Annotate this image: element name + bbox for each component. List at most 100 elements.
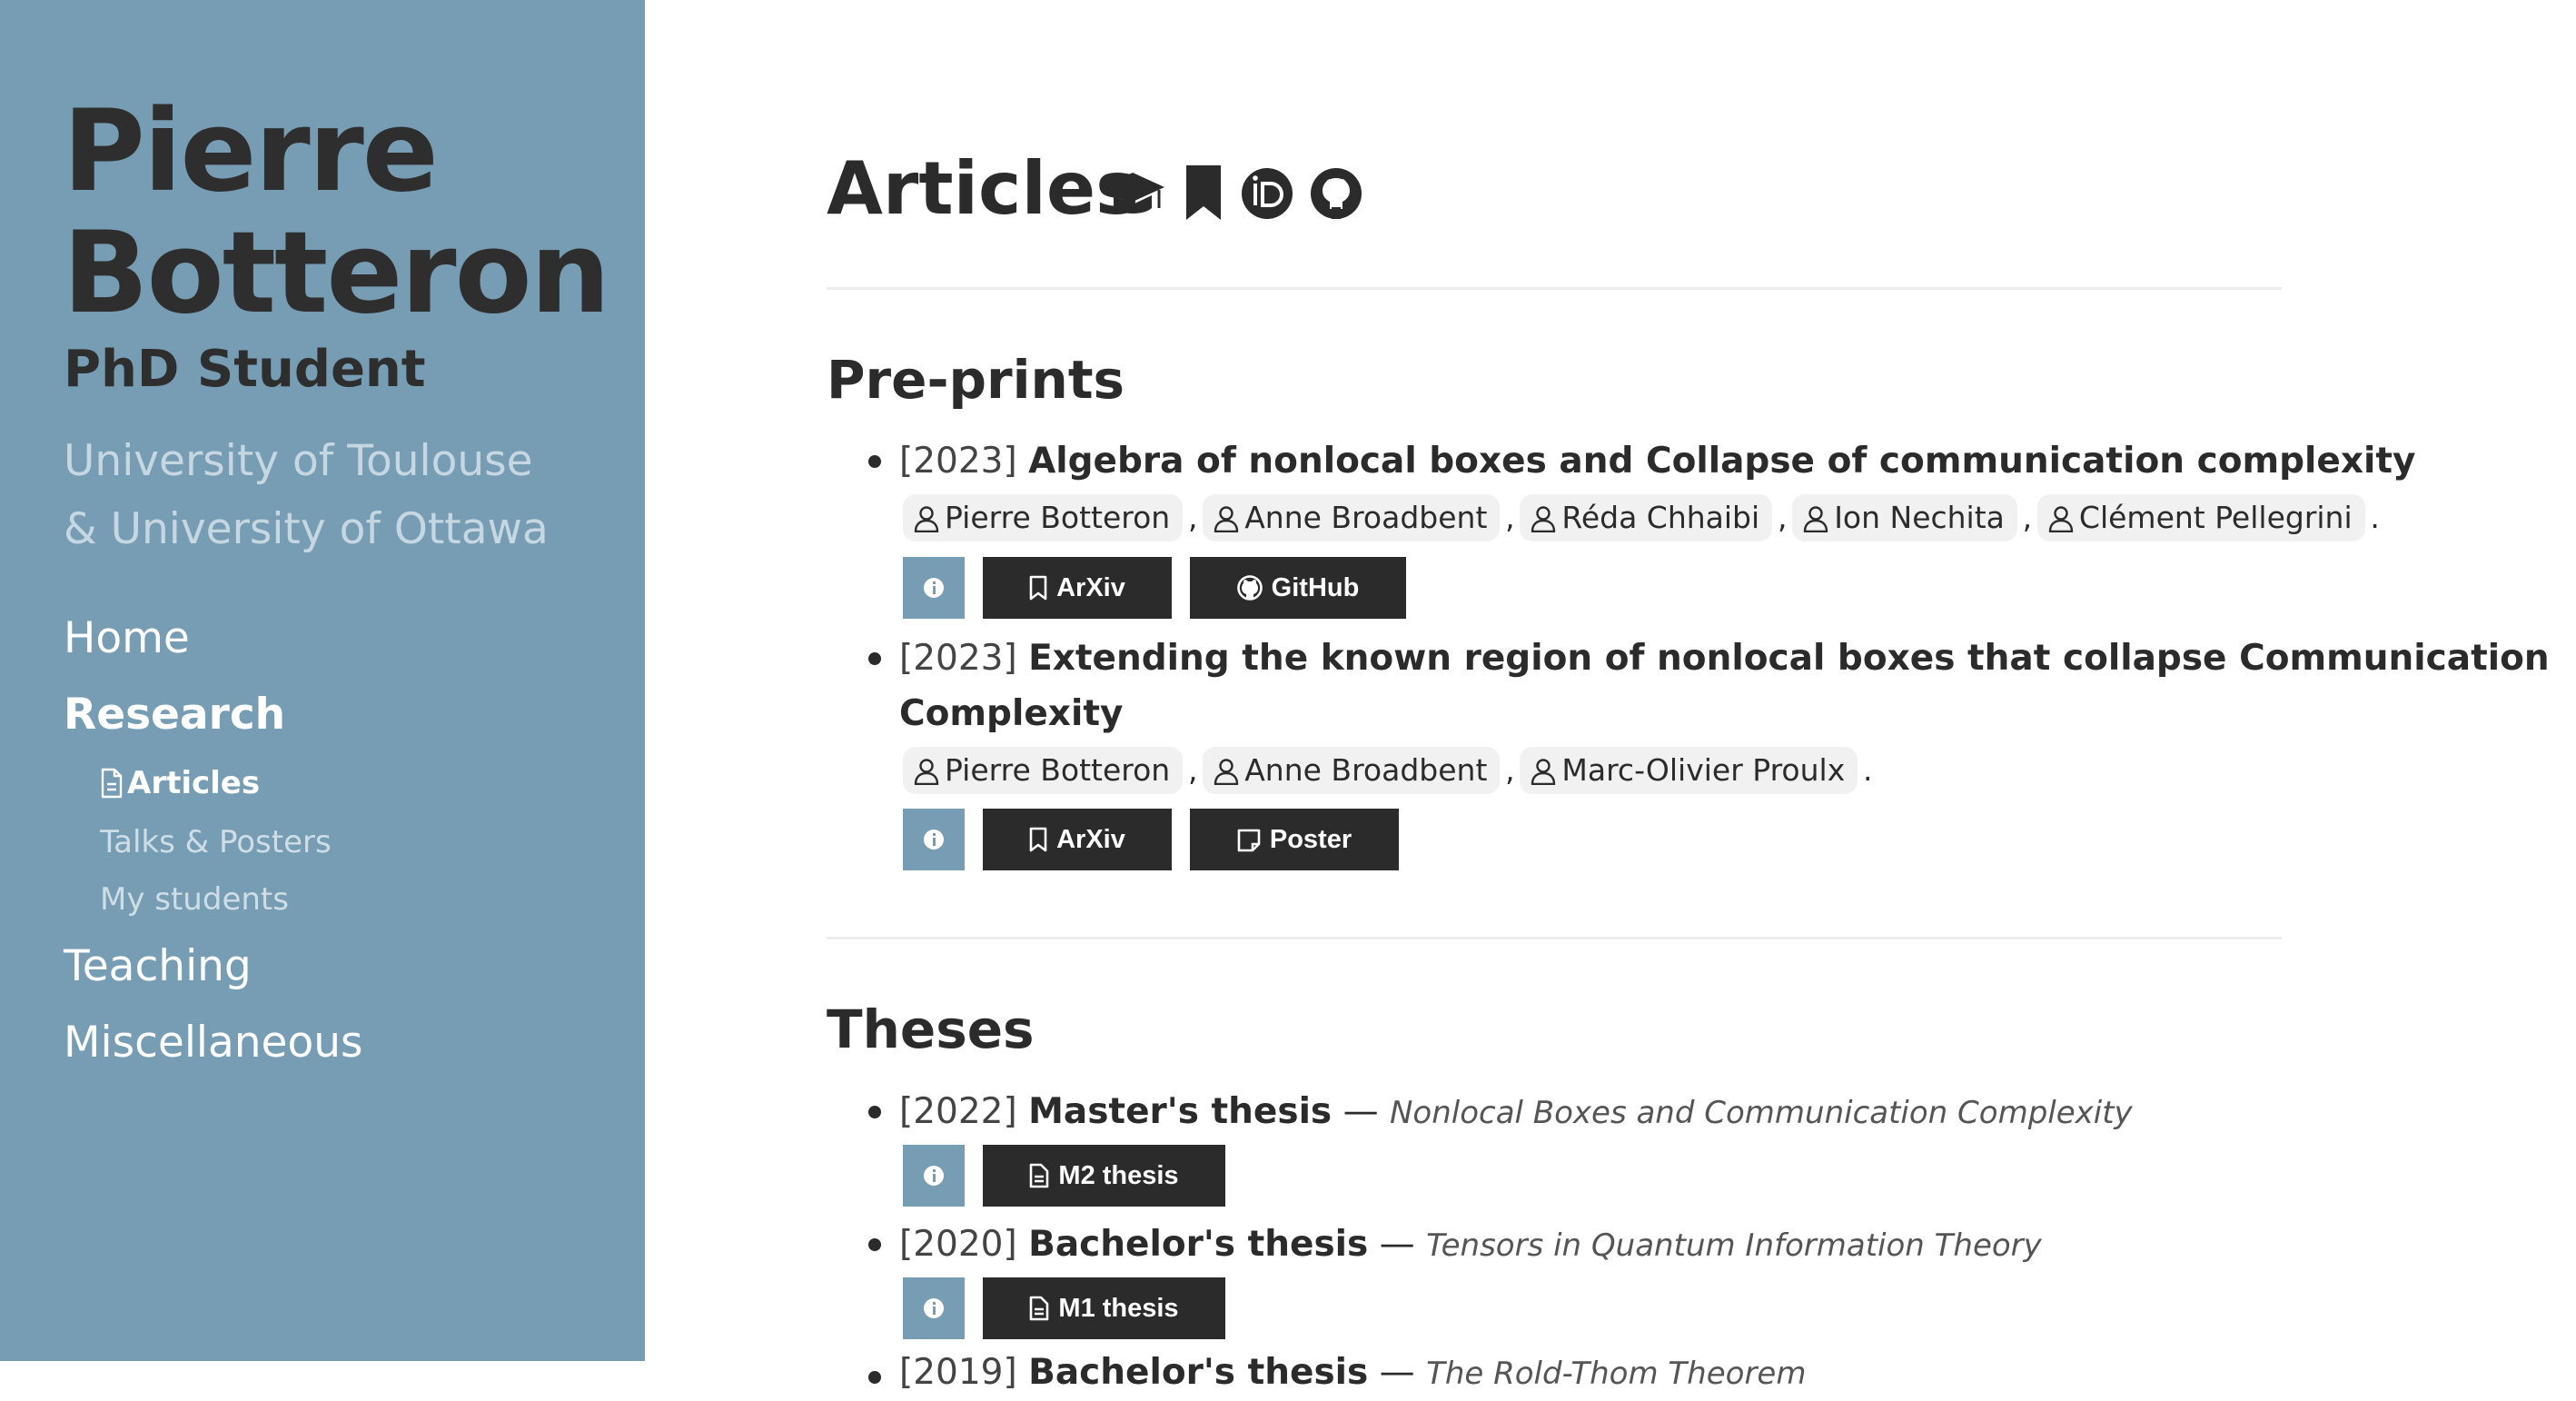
author-separator: , bbox=[1187, 752, 1198, 788]
affiliation-2: & University of Ottawa bbox=[64, 504, 549, 554]
info-icon bbox=[924, 830, 944, 850]
preprint-title-line-2: Complexity bbox=[899, 687, 1123, 741]
nav-my-students[interactable]: My students bbox=[100, 879, 289, 919]
nav-miscellaneous[interactable]: Miscellaneous bbox=[64, 1016, 363, 1070]
author-separator: , bbox=[1187, 500, 1198, 535]
author-name: Pierre Botteron bbox=[945, 752, 1171, 788]
author-name: Anne Broadbent bbox=[1244, 752, 1488, 788]
nav-research[interactable]: Research bbox=[64, 688, 285, 742]
github-button-label: GitHub bbox=[1271, 573, 1360, 602]
poster-button[interactable]: Poster bbox=[1190, 809, 1399, 870]
affiliation: University of Toulouse & University of O… bbox=[64, 427, 549, 563]
info-icon bbox=[924, 1298, 944, 1318]
thesis-subtitle: The Rold-Thom Theorem bbox=[1426, 1356, 1807, 1392]
user-icon bbox=[1803, 506, 1828, 533]
user-icon bbox=[1214, 506, 1239, 533]
author-chip[interactable]: Clément Pellegrini bbox=[2036, 494, 2365, 542]
info-button[interactable] bbox=[903, 1277, 965, 1339]
bookmark-icon[interactable] bbox=[1183, 162, 1224, 229]
arxiv-button[interactable]: ArXiv bbox=[983, 809, 1172, 870]
site-owner-name: Pierre Botteron bbox=[63, 91, 610, 334]
bookmark-icon bbox=[1029, 575, 1047, 601]
graduation-cap-icon[interactable] bbox=[1099, 162, 1166, 229]
thesis-dash: — bbox=[1342, 1091, 1379, 1132]
preprint-title-line: [2023] Extending the known region of non… bbox=[899, 631, 2550, 686]
thesis-line: [2019] Bachelor's thesis — The Rold-Thom… bbox=[899, 1346, 1806, 1401]
thesis-title: Master's thesis bbox=[1028, 1091, 1333, 1132]
author-chip[interactable]: Pierre Botteron bbox=[903, 494, 1184, 542]
m1-thesis-button[interactable]: M1 thesis bbox=[983, 1277, 1225, 1339]
user-icon bbox=[1531, 759, 1556, 786]
list-bullet bbox=[868, 1238, 881, 1251]
github-icon[interactable] bbox=[1310, 162, 1362, 229]
name-first: Pierre bbox=[63, 86, 439, 217]
thesis-year: [2019] bbox=[899, 1352, 1017, 1393]
author-name: Ion Nechita bbox=[1834, 500, 2005, 535]
author-name: Clément Pellegrini bbox=[2078, 500, 2353, 535]
bookmark-icon bbox=[1029, 827, 1047, 852]
preprint-year: [2023] bbox=[899, 441, 1017, 482]
user-icon bbox=[1531, 506, 1556, 533]
info-icon bbox=[924, 1166, 944, 1186]
poster-button-label: Poster bbox=[1269, 825, 1352, 854]
author-chip[interactable]: Réda Chhaibi bbox=[1520, 494, 1773, 542]
nav-talks-posters[interactable]: Talks & Posters bbox=[100, 822, 332, 862]
document-icon bbox=[1030, 1296, 1049, 1321]
info-icon bbox=[924, 578, 944, 598]
arxiv-button-label: ArXiv bbox=[1056, 573, 1125, 602]
list-bullet bbox=[868, 455, 881, 468]
author-chip[interactable]: Marc-Olivier Proulx bbox=[1520, 747, 1858, 794]
author-list: Pierre Botteron, Anne Broadbent, Réda Chha… bbox=[903, 494, 2385, 542]
nav-home[interactable]: Home bbox=[64, 611, 190, 666]
author-terminator: . bbox=[1862, 752, 1873, 788]
thesis-title: Bachelor's thesis bbox=[1028, 1352, 1369, 1393]
author-chip[interactable]: Anne Broadbent bbox=[1203, 494, 1501, 542]
divider bbox=[827, 287, 2282, 290]
github-button[interactable]: GitHub bbox=[1190, 557, 1406, 619]
preprint-title-line: [2023] Algebra of nonlocal boxes and Col… bbox=[899, 434, 2415, 489]
info-button[interactable] bbox=[903, 1145, 965, 1207]
author-chip[interactable]: Anne Broadbent bbox=[1203, 747, 1501, 794]
list-bullet bbox=[868, 1371, 881, 1384]
author-chip[interactable]: Pierre Botteron bbox=[903, 747, 1184, 794]
preprint-title-continued: Complexity bbox=[899, 693, 1124, 734]
list-bullet bbox=[868, 652, 881, 665]
nav-articles[interactable]: Articles bbox=[100, 763, 260, 803]
author-separator: , bbox=[1777, 500, 1788, 535]
preprint-title: Algebra of nonlocal boxes and Collapse o… bbox=[1028, 441, 2416, 482]
github-icon bbox=[1236, 575, 1263, 601]
thesis-title: Bachelor's thesis bbox=[1028, 1224, 1369, 1265]
thesis-line: [2022] Master's thesis — Nonlocal Boxes … bbox=[899, 1085, 2133, 1140]
author-name: Pierre Botteron bbox=[945, 500, 1171, 535]
author-chip[interactable]: Ion Nechita bbox=[1792, 494, 2017, 542]
page-title: Articles bbox=[827, 146, 1139, 231]
orcid-icon[interactable] bbox=[1241, 162, 1293, 229]
list-bullet bbox=[868, 1106, 881, 1118]
m1-thesis-button-label: M1 thesis bbox=[1058, 1294, 1179, 1323]
thesis-subtitle: Tensors in Quantum Information Theory bbox=[1426, 1227, 2042, 1264]
name-last: Botteron bbox=[63, 208, 610, 339]
author-name: Anne Broadbent bbox=[1244, 500, 1488, 535]
sidebar: Pierre Botteron PhD Student University o… bbox=[0, 0, 645, 1361]
thesis-dash: — bbox=[1379, 1224, 1415, 1265]
theses-heading: Theses bbox=[827, 999, 1035, 1060]
user-icon bbox=[2048, 506, 2074, 533]
m2-thesis-button[interactable]: M2 thesis bbox=[983, 1145, 1225, 1207]
nav-teaching[interactable]: Teaching bbox=[64, 939, 252, 994]
arxiv-button-label: ArXiv bbox=[1056, 825, 1125, 854]
author-separator: , bbox=[1505, 500, 1515, 535]
thesis-line: [2020] Bachelor's thesis — Tensors in Qu… bbox=[899, 1217, 2042, 1273]
sticky-note-icon bbox=[1237, 829, 1261, 852]
document-icon bbox=[1030, 1163, 1049, 1188]
preprints-heading: Pre-prints bbox=[827, 349, 1125, 411]
affiliation-1: University of Toulouse bbox=[64, 436, 533, 486]
info-button[interactable] bbox=[903, 809, 965, 870]
thesis-dash: — bbox=[1379, 1352, 1415, 1393]
preprint-title: Extending the known region of nonlocal b… bbox=[1028, 638, 2550, 679]
author-separator: , bbox=[2022, 500, 2033, 535]
arxiv-button[interactable]: ArXiv bbox=[983, 557, 1172, 619]
author-terminator: . bbox=[2370, 500, 2380, 535]
thesis-year: [2022] bbox=[899, 1091, 1017, 1132]
info-button[interactable] bbox=[903, 557, 965, 619]
author-name: Marc-Olivier Proulx bbox=[1561, 752, 1846, 788]
